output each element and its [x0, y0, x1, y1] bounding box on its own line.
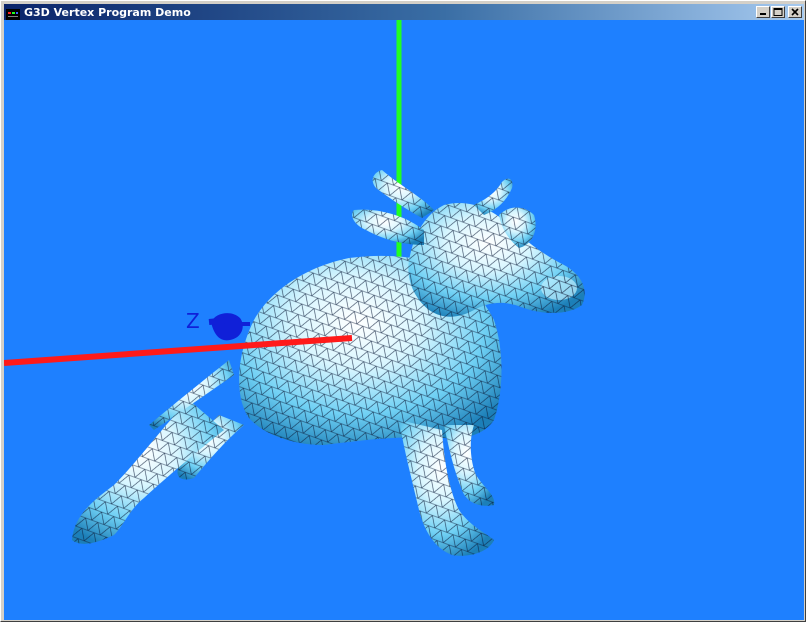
close-button[interactable]: [788, 6, 802, 18]
window-controls: [755, 6, 802, 18]
app-icon[interactable]: [6, 6, 20, 21]
3d-viewport[interactable]: Z: [4, 20, 804, 620]
z-axis-label: Z: [186, 309, 200, 333]
app-window: G3D Vertex Program Demo Z: [0, 0, 806, 622]
z-axis-marker: [208, 313, 250, 341]
maximize-button[interactable]: [771, 6, 785, 18]
window-title: G3D Vertex Program Demo: [24, 5, 191, 19]
minimize-button[interactable]: [756, 6, 770, 18]
cow-model[interactable]: [72, 170, 585, 556]
minimize-icon: [760, 13, 766, 15]
maximize-icon: [773, 8, 783, 16]
title-bar[interactable]: G3D Vertex Program Demo: [4, 4, 804, 21]
close-icon: [791, 8, 799, 16]
scene-canvas[interactable]: [4, 20, 804, 620]
